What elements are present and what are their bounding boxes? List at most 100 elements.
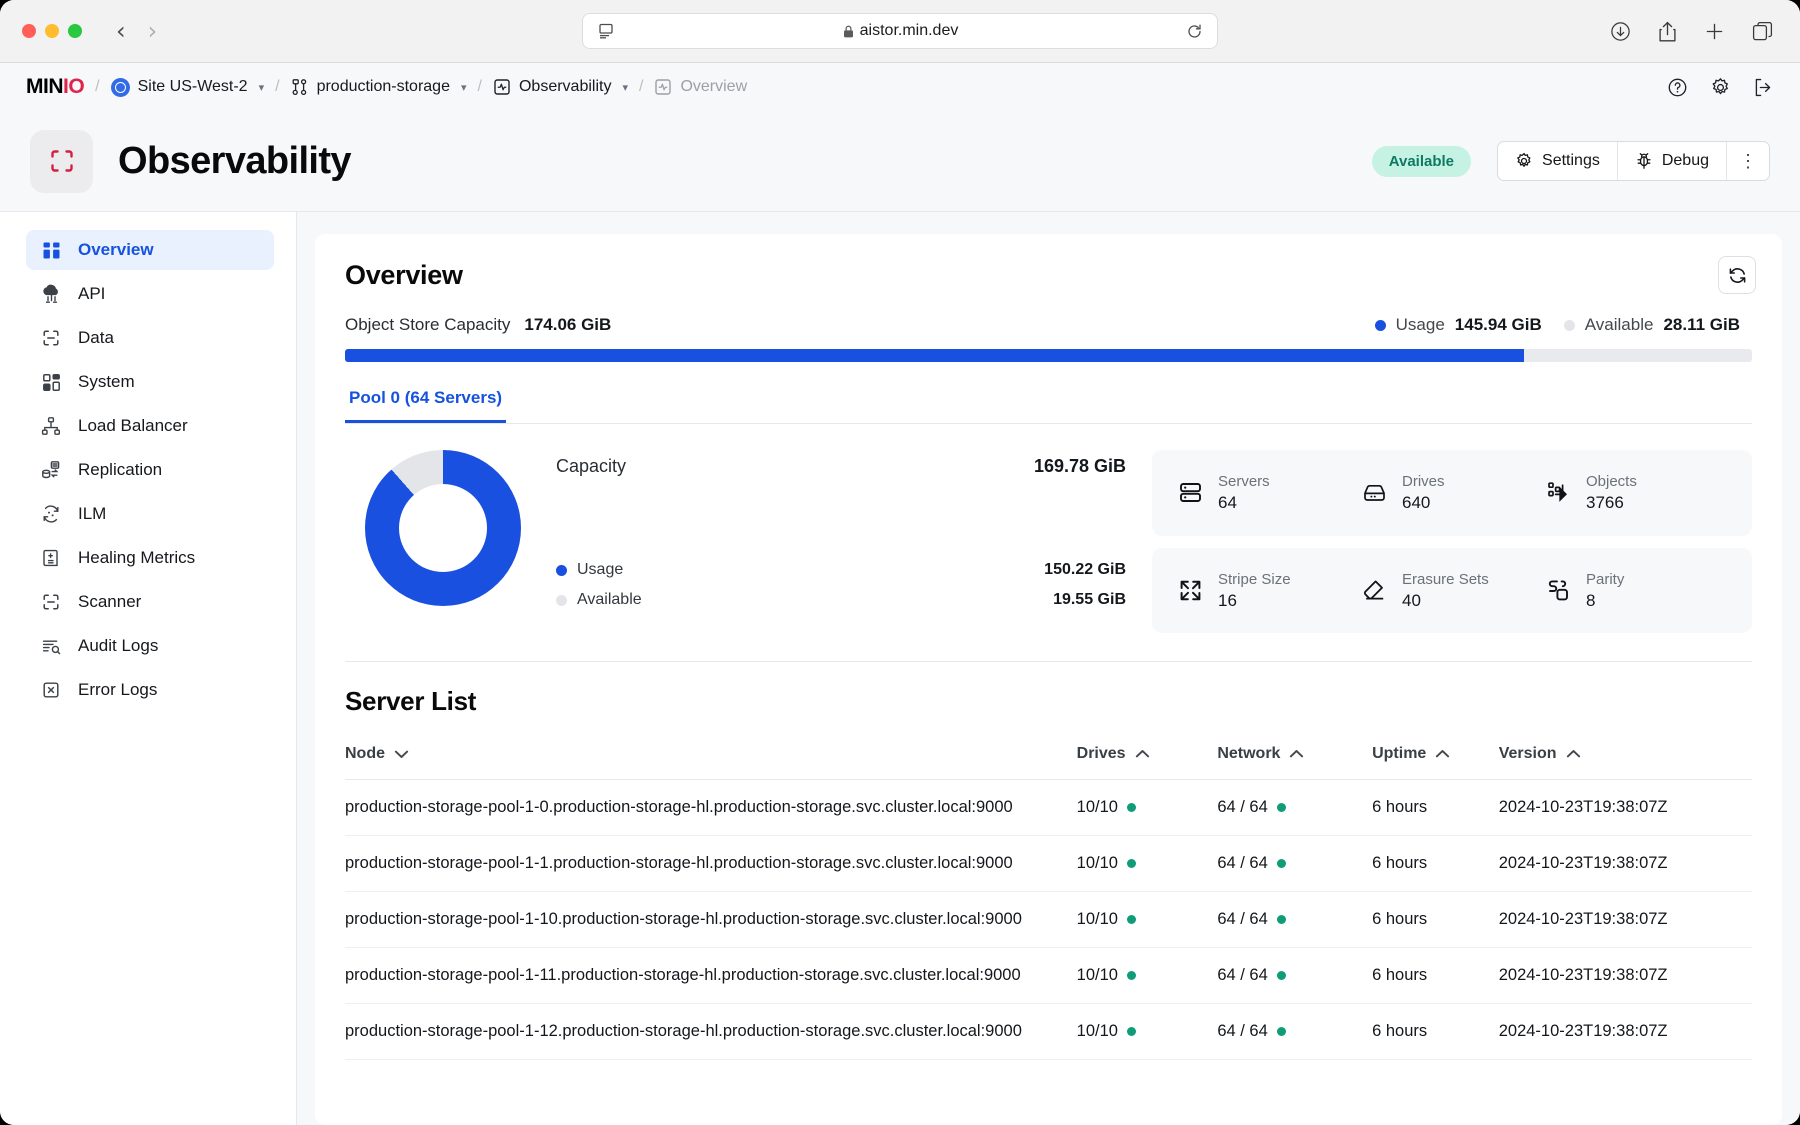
table-header-row: Node Drives Network Uptime Version <box>345 745 1752 780</box>
address-bar[interactable]: aistor.min.dev <box>582 13 1218 49</box>
status-dot <box>1126 803 1136 812</box>
minimize-window-button[interactable] <box>45 24 59 38</box>
sidebar-item-overview[interactable]: Overview <box>26 230 274 270</box>
settings-button[interactable]: Settings <box>1498 142 1618 180</box>
cell-version: 2024-10-23T19:38:07Z <box>1498 779 1752 836</box>
breadcrumb-overview-label: Overview <box>680 78 748 95</box>
cell-network: 64 / 64 <box>1217 891 1373 948</box>
new-tab-icon[interactable] <box>1703 20 1726 43</box>
error-log-icon <box>40 679 62 701</box>
erasure-sets-icon <box>1360 576 1388 604</box>
cell-version: 2024-10-23T19:38:07Z <box>1498 947 1752 1004</box>
healing-icon <box>40 547 62 569</box>
replication-icon <box>40 459 62 481</box>
share-icon[interactable] <box>1657 20 1678 43</box>
tab-overview-icon[interactable] <box>1751 20 1774 43</box>
breadcrumb-site[interactable]: Site US-West-2 ▾ <box>110 77 265 97</box>
available-legend-value: 28.11 GiB <box>1663 315 1740 334</box>
page-body: Overview API Data System Load Balancer R… <box>0 212 1800 1125</box>
column-header-version[interactable]: Version <box>1498 745 1752 780</box>
sidebar-item-label: Scanner <box>78 592 142 611</box>
sidebar-item-audit-logs[interactable]: Audit Logs <box>26 626 274 666</box>
stat-stripe-size: Stripe Size 16 <box>1176 570 1360 612</box>
maximize-window-button[interactable] <box>68 24 82 38</box>
tab-pool-0[interactable]: Pool 0 (64 Servers) <box>345 388 507 423</box>
cell-node: production-storage-pool-1-11.production-… <box>345 947 1077 1004</box>
sidebar-toggle-icon[interactable] <box>597 22 615 40</box>
chevron-down-icon[interactable]: ▾ <box>461 81 467 94</box>
stat-card-bottom: Stripe Size 16 Erasure Sets 40 Parity 8 <box>1152 547 1752 633</box>
chevron-up-icon[interactable] <box>1135 749 1150 759</box>
debug-button[interactable]: Debug <box>1618 142 1727 180</box>
sidebar-item-error-logs[interactable]: Error Logs <box>26 670 274 710</box>
chevron-up-icon[interactable] <box>1435 749 1450 759</box>
close-window-button[interactable] <box>22 24 36 38</box>
header-button-group: Settings Debug ⋮ <box>1497 141 1770 181</box>
status-dot <box>1276 1027 1286 1036</box>
sidebar-item-load-balancer[interactable]: Load Balancer <box>26 406 274 446</box>
available-legend-dot <box>556 594 567 606</box>
sidebar-item-label: Data <box>78 328 114 347</box>
help-icon[interactable] <box>1667 77 1688 98</box>
column-header-node[interactable]: Node <box>345 745 1077 780</box>
sidebar-item-scanner[interactable]: Scanner <box>26 582 274 622</box>
scan-frame-icon <box>47 146 77 176</box>
pool-donut-wrap <box>345 450 540 606</box>
chevron-up-icon[interactable] <box>1289 749 1304 759</box>
reload-icon[interactable] <box>1186 23 1203 40</box>
page-header: Observability Available Settings Debug ⋮ <box>0 111 1800 212</box>
refresh-button[interactable] <box>1718 256 1756 294</box>
forward-icon[interactable]: › <box>148 19 158 43</box>
chevron-down-icon[interactable] <box>394 749 409 759</box>
cell-version: 2024-10-23T19:38:07Z <box>1498 891 1752 948</box>
capacity-value: 174.06 GiB <box>524 315 612 334</box>
observability-icon <box>493 78 511 96</box>
lifecycle-icon <box>40 503 62 525</box>
kubernetes-icon <box>110 77 130 97</box>
column-header-network[interactable]: Network <box>1217 745 1373 780</box>
table-row[interactable]: production-storage-pool-1-10.production-… <box>345 891 1752 948</box>
stat-value: 640 <box>1402 493 1431 513</box>
minio-logo[interactable]: MIN IO <box>26 75 85 99</box>
cell-drives: 10/10 <box>1076 891 1218 948</box>
chevron-down-icon[interactable]: ▾ <box>622 81 628 94</box>
kebab-menu-icon: ⋮ <box>1739 151 1757 171</box>
table-row[interactable]: production-storage-pool-1-12.production-… <box>345 1003 1752 1060</box>
column-header-uptime[interactable]: Uptime <box>1372 745 1499 780</box>
logo-io: IO <box>63 75 85 98</box>
status-dot <box>1126 859 1136 868</box>
sidebar-item-label: ILM <box>78 504 107 523</box>
gear-icon[interactable] <box>1710 77 1731 98</box>
cell-node: production-storage-pool-1-1.production-s… <box>345 835 1077 892</box>
back-icon[interactable]: ‹ <box>116 19 126 43</box>
column-header-drives[interactable]: Drives <box>1076 745 1218 780</box>
chevron-down-icon[interactable]: ▾ <box>259 81 265 94</box>
table-row[interactable]: production-storage-pool-1-0.production-s… <box>345 779 1752 836</box>
capacity-label: Object Store Capacity <box>345 315 511 334</box>
table-row[interactable]: production-storage-pool-1-11.production-… <box>345 947 1752 1004</box>
usage-legend-dot <box>1374 319 1386 331</box>
pool-available-value: 19.55 GiB <box>1053 591 1126 608</box>
browser-navigation: ‹ › <box>116 19 157 43</box>
stat-label: Parity <box>1586 570 1625 588</box>
chevron-up-icon[interactable] <box>1566 749 1581 759</box>
more-options-button[interactable]: ⋮ <box>1727 142 1769 180</box>
sidebar-item-replication[interactable]: Replication <box>26 450 274 490</box>
sidebar-item-api[interactable]: API <box>26 274 274 314</box>
pool-usage-row: Usage 150.22 GiB <box>556 561 1126 579</box>
sidebar-item-healing-metrics[interactable]: Healing Metrics <box>26 538 274 578</box>
bug-icon <box>1635 152 1653 170</box>
cell-network: 64 / 64 <box>1217 779 1373 836</box>
sidebar-item-ilm[interactable]: ILM <box>26 494 274 534</box>
stat-label: Drives <box>1402 473 1445 490</box>
table-row[interactable]: production-storage-pool-1-1.production-s… <box>345 835 1752 892</box>
breadcrumb-observability[interactable]: Observability ▾ <box>493 78 628 96</box>
logout-icon[interactable] <box>1753 77 1774 98</box>
pool-capacity-value: 169.78 GiB <box>1033 456 1126 476</box>
sidebar-item-system[interactable]: System <box>26 362 274 402</box>
breadcrumb-separator: / <box>638 78 644 95</box>
breadcrumb-tenant[interactable]: production-storage ▾ <box>291 78 467 96</box>
downloads-icon[interactable] <box>1609 20 1632 43</box>
sidebar-item-data[interactable]: Data <box>26 318 274 358</box>
available-legend-dot <box>1563 319 1575 331</box>
